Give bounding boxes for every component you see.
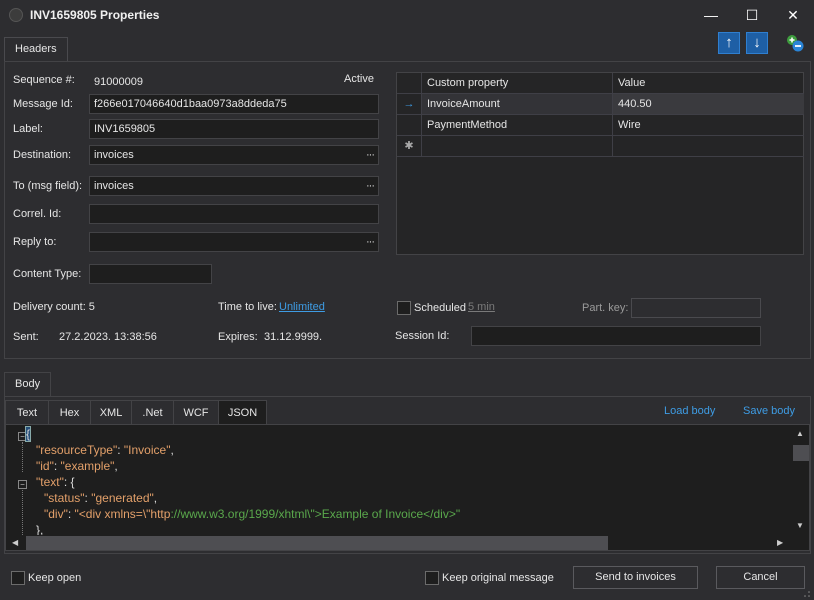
table-row-value[interactable]: 440.50 [613, 94, 804, 115]
maximize-icon[interactable]: ☐ [738, 5, 766, 25]
to-label: To (msg field): [13, 180, 83, 192]
reply-to-browse-button[interactable]: ··· [366, 233, 375, 251]
new-row-value[interactable] [613, 136, 804, 157]
subtab-hex[interactable]: Hex [49, 401, 91, 425]
destination-browse-button[interactable]: ··· [366, 146, 375, 164]
destination-field[interactable]: invoices ··· [89, 145, 379, 165]
scrollbar-thumb[interactable] [793, 445, 809, 461]
cancel-button[interactable]: Cancel [716, 566, 805, 589]
part-key-label: Part. key: [582, 302, 629, 314]
code-line: "resourceType": "Invoice", [36, 443, 174, 457]
delivery-count: Delivery count: 5 [13, 301, 95, 313]
horizontal-scrollbar[interactable]: ◀ ▶ [6, 535, 792, 550]
label-label: Label: [13, 123, 43, 135]
message-id-label: Message Id: [13, 98, 73, 110]
custom-properties-grid[interactable]: Custom property Value → InvoiceAmount 44… [396, 72, 804, 255]
content-type-label: Content Type: [13, 268, 82, 280]
sequence-label: Sequence #: [13, 74, 75, 86]
arrow-down-icon[interactable]: ↓ [746, 32, 768, 54]
subtab-xml[interactable]: XML [91, 401, 132, 425]
session-id-field[interactable] [471, 326, 761, 346]
tab-headers[interactable]: Headers [4, 37, 68, 62]
table-row-name[interactable]: InvoiceAmount [422, 94, 613, 115]
reply-to-label: Reply to: [13, 236, 57, 248]
subtab-net[interactable]: .Net [132, 401, 174, 425]
to-field[interactable]: invoices ··· [89, 176, 379, 196]
code-line: "id": "example", [36, 459, 118, 473]
scheduled-label: Scheduled [414, 302, 466, 314]
add-remove-property-icon[interactable] [785, 33, 807, 55]
keep-original-checkbox[interactable] [425, 571, 439, 585]
sent-value: 27.2.2023. 13:38:56 [59, 331, 157, 343]
subtab-text[interactable]: Text [6, 401, 49, 425]
send-button[interactable]: Send to invoices [573, 566, 698, 589]
expires-label: Expires: [218, 331, 258, 343]
arrow-up-icon[interactable]: ↑ [718, 32, 740, 54]
destination-value: invoices [94, 149, 134, 161]
load-body-link[interactable]: Load body [664, 405, 715, 417]
title-bar: INV1659805 Properties — ☐ ✕ [0, 0, 814, 30]
scheduled-delay-link[interactable]: 5 min [468, 301, 495, 313]
message-id-field[interactable]: f266e017046640d1baa0973a8ddeda75 [89, 94, 379, 114]
minimize-icon[interactable]: — [697, 5, 725, 25]
sent-label: Sent: [13, 331, 39, 343]
status-badge: Active [344, 73, 374, 85]
part-key-field[interactable] [631, 298, 761, 318]
close-icon[interactable]: ✕ [779, 5, 807, 25]
table-row-name[interactable]: PaymentMethod [422, 115, 613, 136]
to-value: invoices [94, 180, 134, 192]
code-line: { [24, 426, 32, 442]
resize-grip-icon[interactable] [803, 589, 811, 597]
scheduled-checkbox[interactable] [397, 301, 411, 315]
row-header [397, 115, 422, 136]
scroll-left-icon[interactable]: ◀ [12, 538, 18, 547]
scroll-down-icon[interactable]: ▼ [796, 521, 804, 530]
new-row-icon: ✱ [397, 136, 422, 157]
table-row-value[interactable]: Wire [613, 115, 804, 136]
grid-corner [397, 73, 422, 94]
code-line: "status": "generated", [44, 491, 158, 505]
keep-original-label: Keep original message [442, 572, 554, 584]
hscrollbar-thumb[interactable] [26, 536, 608, 550]
keep-open-checkbox[interactable] [11, 571, 25, 585]
body-format-tabs: Text Hex XML .Net WCF JSON [5, 400, 267, 425]
save-body-link[interactable]: Save body [743, 405, 795, 417]
scroll-right-icon[interactable]: ▶ [777, 538, 783, 547]
session-id-label: Session Id: [395, 330, 450, 342]
window-title: INV1659805 Properties [30, 8, 160, 22]
content-type-field[interactable] [89, 264, 212, 284]
current-row-arrow-icon: → [397, 94, 422, 115]
code-line: "div": "<div xmlns=\"http://www.w3.org/1… [44, 507, 461, 521]
time-to-live-label: Time to live: [218, 301, 277, 313]
to-browse-button[interactable]: ··· [366, 177, 375, 195]
time-to-live-link[interactable]: Unlimited [279, 301, 325, 313]
json-editor[interactable]: − − { "resourceType": "Invoice", "id": "… [5, 424, 810, 551]
fold-guide [22, 442, 23, 472]
fold-guide [22, 490, 23, 535]
code-line: "text": { [36, 475, 75, 489]
correl-id-field[interactable] [89, 204, 379, 224]
expires-value: 31.12.9999. [264, 331, 323, 343]
scroll-up-icon[interactable]: ▲ [796, 429, 804, 438]
vertical-scrollbar[interactable]: ▲ ▼ [792, 425, 809, 535]
subtab-json[interactable]: JSON [219, 401, 266, 425]
column-header-custom-property[interactable]: Custom property [422, 73, 613, 94]
column-header-value[interactable]: Value [613, 73, 804, 94]
correl-id-label: Correl. Id: [13, 208, 62, 220]
label-field[interactable]: INV1659805 [89, 119, 379, 139]
app-icon [9, 8, 23, 22]
tab-body[interactable]: Body [4, 372, 52, 397]
destination-label: Destination: [13, 149, 72, 161]
subtab-wcf[interactable]: WCF [174, 401, 219, 425]
fold-toggle-icon[interactable]: − [18, 480, 27, 489]
reply-to-field[interactable]: ··· [89, 232, 379, 252]
sequence-value: 91000009 [94, 76, 143, 88]
keep-open-label: Keep open [28, 572, 82, 584]
new-row-name[interactable] [422, 136, 613, 157]
